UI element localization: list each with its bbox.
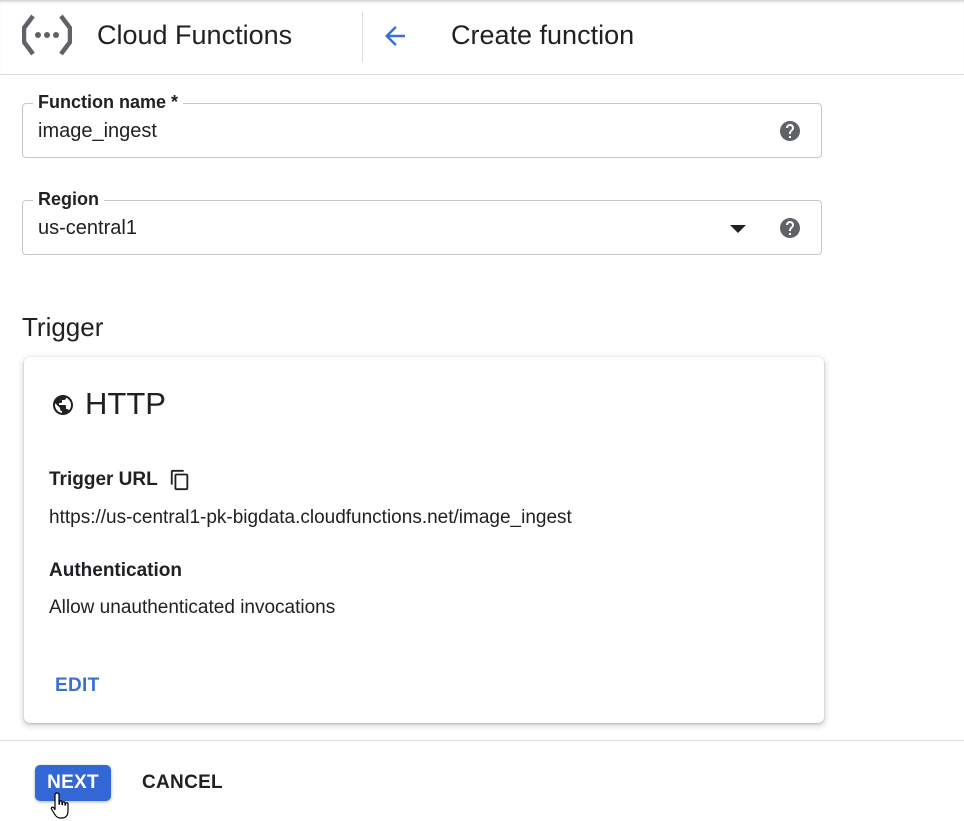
trigger-card: HTTP Trigger URL https://us-central1-pk-… — [24, 357, 824, 723]
page-title: Create function — [451, 20, 635, 50]
edit-trigger-button[interactable]: EDIT — [55, 674, 99, 698]
trigger-url-label: Trigger URL — [49, 469, 158, 490]
trigger-heading: Trigger — [22, 312, 104, 342]
region-select[interactable]: Region us-central1 — [22, 188, 822, 255]
function-name-input[interactable]: image_ingest — [38, 119, 157, 143]
product-title: Cloud Functions — [97, 20, 293, 50]
globe-icon — [53, 395, 73, 415]
region-label: Region — [33, 188, 104, 210]
trigger-url[interactable]: https://us-central1-pk-bigdata.cloudfunc… — [49, 506, 572, 530]
top-bar: Cloud Functions Create function — [0, 0, 964, 75]
cancel-button[interactable]: CANCEL — [128, 765, 237, 801]
footer-divider — [0, 740, 964, 741]
authentication-value: Allow unauthenticated invocations — [49, 597, 336, 618]
region-value[interactable]: us-central1 — [38, 216, 137, 240]
header-divider — [362, 12, 363, 62]
back-button[interactable] — [376, 18, 414, 54]
copy-icon[interactable] — [169, 468, 191, 492]
trigger-type: HTTP — [85, 386, 166, 421]
arrow-back-icon — [385, 26, 405, 46]
function-name-field[interactable]: Function name * image_ingest — [22, 91, 822, 158]
next-button[interactable]: NEXT — [35, 765, 111, 801]
arrow-drop-down-icon[interactable] — [730, 221, 746, 237]
cloud-functions-logo-icon — [22, 14, 72, 56]
function-name-label: Function name * — [33, 91, 184, 113]
help-icon[interactable] — [778, 119, 802, 143]
authentication-label: Authentication — [49, 560, 182, 581]
help-icon[interactable] — [778, 216, 802, 240]
